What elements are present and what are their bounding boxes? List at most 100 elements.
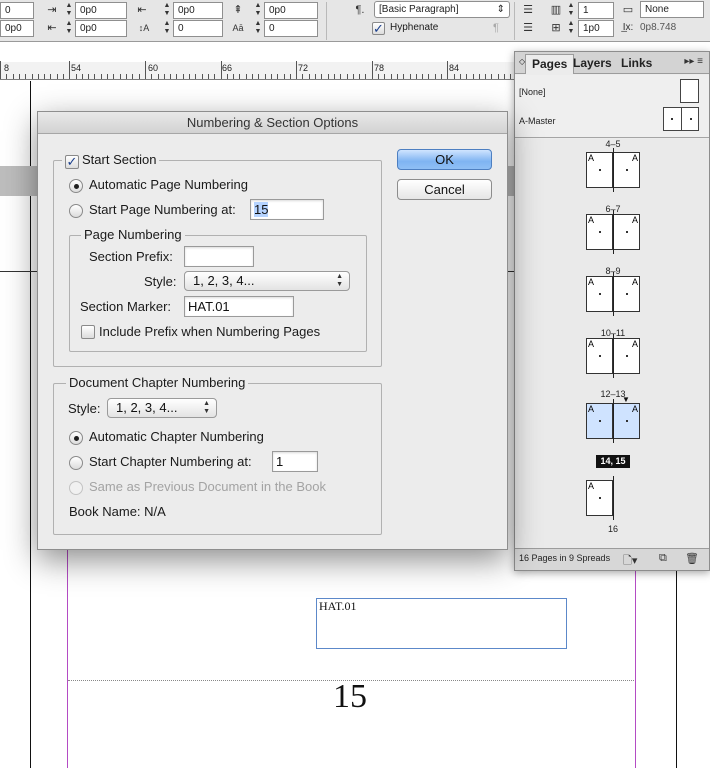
ruler-tick: [277, 74, 278, 79]
include-prefix-checkbox[interactable]: [81, 325, 95, 339]
control-field[interactable]: 0p0: [264, 2, 318, 19]
stepper-icon[interactable]: ▲ ▼: [64, 20, 74, 37]
control-field[interactable]: 0p0: [0, 20, 34, 37]
cancel-button[interactable]: Cancel: [397, 179, 492, 200]
start-section-checkbox[interactable]: ✓: [65, 155, 79, 169]
spine: [681, 108, 682, 130]
control-bar: 0 ⇥ ▲ ▼ 0p0 ⇤ ▲ ▼ 0p0 ⇞ ▲ ▼ 0p0 0p0 ⇤ ▲ ▼ 0p…: [0, 0, 710, 42]
gutter-field[interactable]: 1p0: [578, 20, 614, 37]
page-thumbnail[interactable]: A: [613, 403, 640, 439]
page-thumbnail[interactable]: A: [586, 480, 613, 516]
ruler-tick: [132, 74, 133, 79]
ruler-tick: [202, 74, 203, 79]
shading-icon[interactable]: ▭: [620, 2, 636, 18]
none-select[interactable]: None: [640, 1, 704, 18]
automatic-page-numbering-radio[interactable]: [69, 179, 83, 193]
page-thumbnail[interactable]: A: [613, 214, 640, 250]
ruler-tick: [113, 74, 114, 79]
ruler-tick: [6, 74, 7, 79]
drop-cap-icon: ↕A: [138, 23, 150, 33]
chapter-style-select[interactable]: 1, 2, 3, 4... ▲ ▼: [107, 398, 217, 418]
span-columns-icon[interactable]: ⊞: [548, 20, 564, 36]
stepper-icon[interactable]: ▲ ▼: [64, 2, 74, 19]
indent-right-icon: ⇤: [47, 22, 57, 34]
ok-button[interactable]: OK: [397, 149, 492, 170]
panel-menu-icon[interactable]: ▸▸ ≡: [684, 56, 703, 67]
spread-label[interactable]: 12–13: [583, 389, 643, 399]
start-section-header: ✓ Start Section: [62, 152, 160, 169]
ruler-tick: [32, 74, 33, 79]
align-icon[interactable]: ☰: [520, 2, 536, 18]
stepper-icon[interactable]: ▲ ▼: [566, 20, 576, 37]
start-page-number-value: 15: [254, 202, 269, 217]
ruler-tick: [252, 74, 253, 79]
separator: [514, 2, 515, 40]
stepper-icon[interactable]: ▲ ▼: [253, 20, 263, 37]
ruler-tick: [233, 74, 234, 79]
start-page-numbering-radio[interactable]: [69, 204, 83, 218]
page-thumbnail[interactable]: A: [613, 152, 640, 188]
page-dot: [599, 169, 601, 171]
control-field[interactable]: 0: [264, 20, 318, 37]
hyphenate-checkbox[interactable]: ✓: [372, 22, 385, 35]
page-thumbnail[interactable]: A: [613, 276, 640, 312]
paragraph-composer-icon: ¶: [493, 22, 499, 34]
ruler-tick: [372, 61, 373, 79]
master-a-thumbnail[interactable]: [663, 107, 699, 131]
ruler-tick: [239, 74, 240, 79]
page-thumbnail[interactable]: A: [586, 214, 613, 250]
columns-field[interactable]: 1: [578, 2, 614, 19]
page-thumbnail[interactable]: A: [613, 338, 640, 374]
start-chapter-number-input[interactable]: 1: [272, 451, 318, 472]
page-style-select[interactable]: 1, 2, 3, 4... ▲ ▼: [184, 271, 350, 291]
same-as-previous-radio[interactable]: [69, 481, 83, 495]
master-none-thumbnail[interactable]: [680, 79, 699, 103]
align-grid-icon[interactable]: ☰: [520, 20, 536, 36]
start-page-number-input[interactable]: 15: [250, 199, 324, 220]
control-field[interactable]: 0p0: [75, 20, 127, 37]
ruler-label: 78: [374, 63, 385, 73]
master-none[interactable]: [None]: [519, 87, 546, 97]
stepper-icon[interactable]: ▲ ▼: [162, 20, 172, 37]
ruler-tick: [265, 74, 266, 79]
columns-icon[interactable]: ▥: [548, 2, 564, 18]
same-as-previous-label: Same as Previous Document in the Book: [89, 479, 327, 494]
include-prefix-label: Include Prefix when Numbering Pages: [99, 324, 321, 339]
page-thumbnail[interactable]: A: [586, 338, 613, 374]
start-chapter-numbering-radio[interactable]: [69, 456, 83, 470]
ruler-tick: [126, 74, 127, 79]
section-marker-input[interactable]: HAT.01: [184, 296, 294, 317]
spread-label[interactable]: 14, 15: [596, 455, 630, 468]
page-dot: [626, 420, 628, 422]
control-field[interactable]: 0p0: [173, 2, 223, 19]
stepper-icon[interactable]: ▲ ▼: [162, 2, 172, 19]
select-arrows-icon: ▲ ▼: [203, 400, 210, 415]
section-prefix-input[interactable]: [184, 246, 254, 267]
tab-layers[interactable]: Layers: [567, 54, 618, 74]
page-thumbnail[interactable]: A: [586, 276, 613, 312]
spread-label[interactable]: 16: [583, 524, 643, 534]
margin-guide: [67, 541, 68, 768]
text-frame[interactable]: HAT.01: [316, 598, 567, 649]
ruler-tick: [76, 74, 77, 79]
page-thumbnail[interactable]: A: [586, 403, 613, 439]
stepper-icon[interactable]: ▲ ▼: [253, 2, 263, 19]
automatic-chapter-numbering-radio[interactable]: [69, 431, 83, 445]
ruler-tick: [510, 74, 511, 79]
stepper-icon[interactable]: ▲ ▼: [566, 2, 576, 19]
paragraph-style-select[interactable]: [Basic Paragraph] ⇕: [374, 1, 510, 18]
control-field[interactable]: 0p0: [75, 2, 127, 19]
trash-icon[interactable]: 🗑: [685, 552, 699, 565]
start-chapter-numbering-label: Start Chapter Numbering at:: [89, 454, 252, 469]
master-a[interactable]: A-Master: [519, 116, 556, 126]
ruler-tick: [63, 74, 64, 79]
control-field[interactable]: 0: [173, 20, 223, 37]
tab-links[interactable]: Links: [615, 54, 658, 74]
ruler-tick: [460, 74, 461, 79]
ruler-tick: [120, 74, 121, 79]
page-size-icon[interactable]: 🗋▾: [623, 552, 637, 571]
page-thumbnail[interactable]: A: [586, 152, 613, 188]
new-page-icon[interactable]: ⧉: [659, 552, 667, 565]
master-letter: A: [631, 339, 638, 349]
control-field[interactable]: 0: [0, 2, 34, 19]
